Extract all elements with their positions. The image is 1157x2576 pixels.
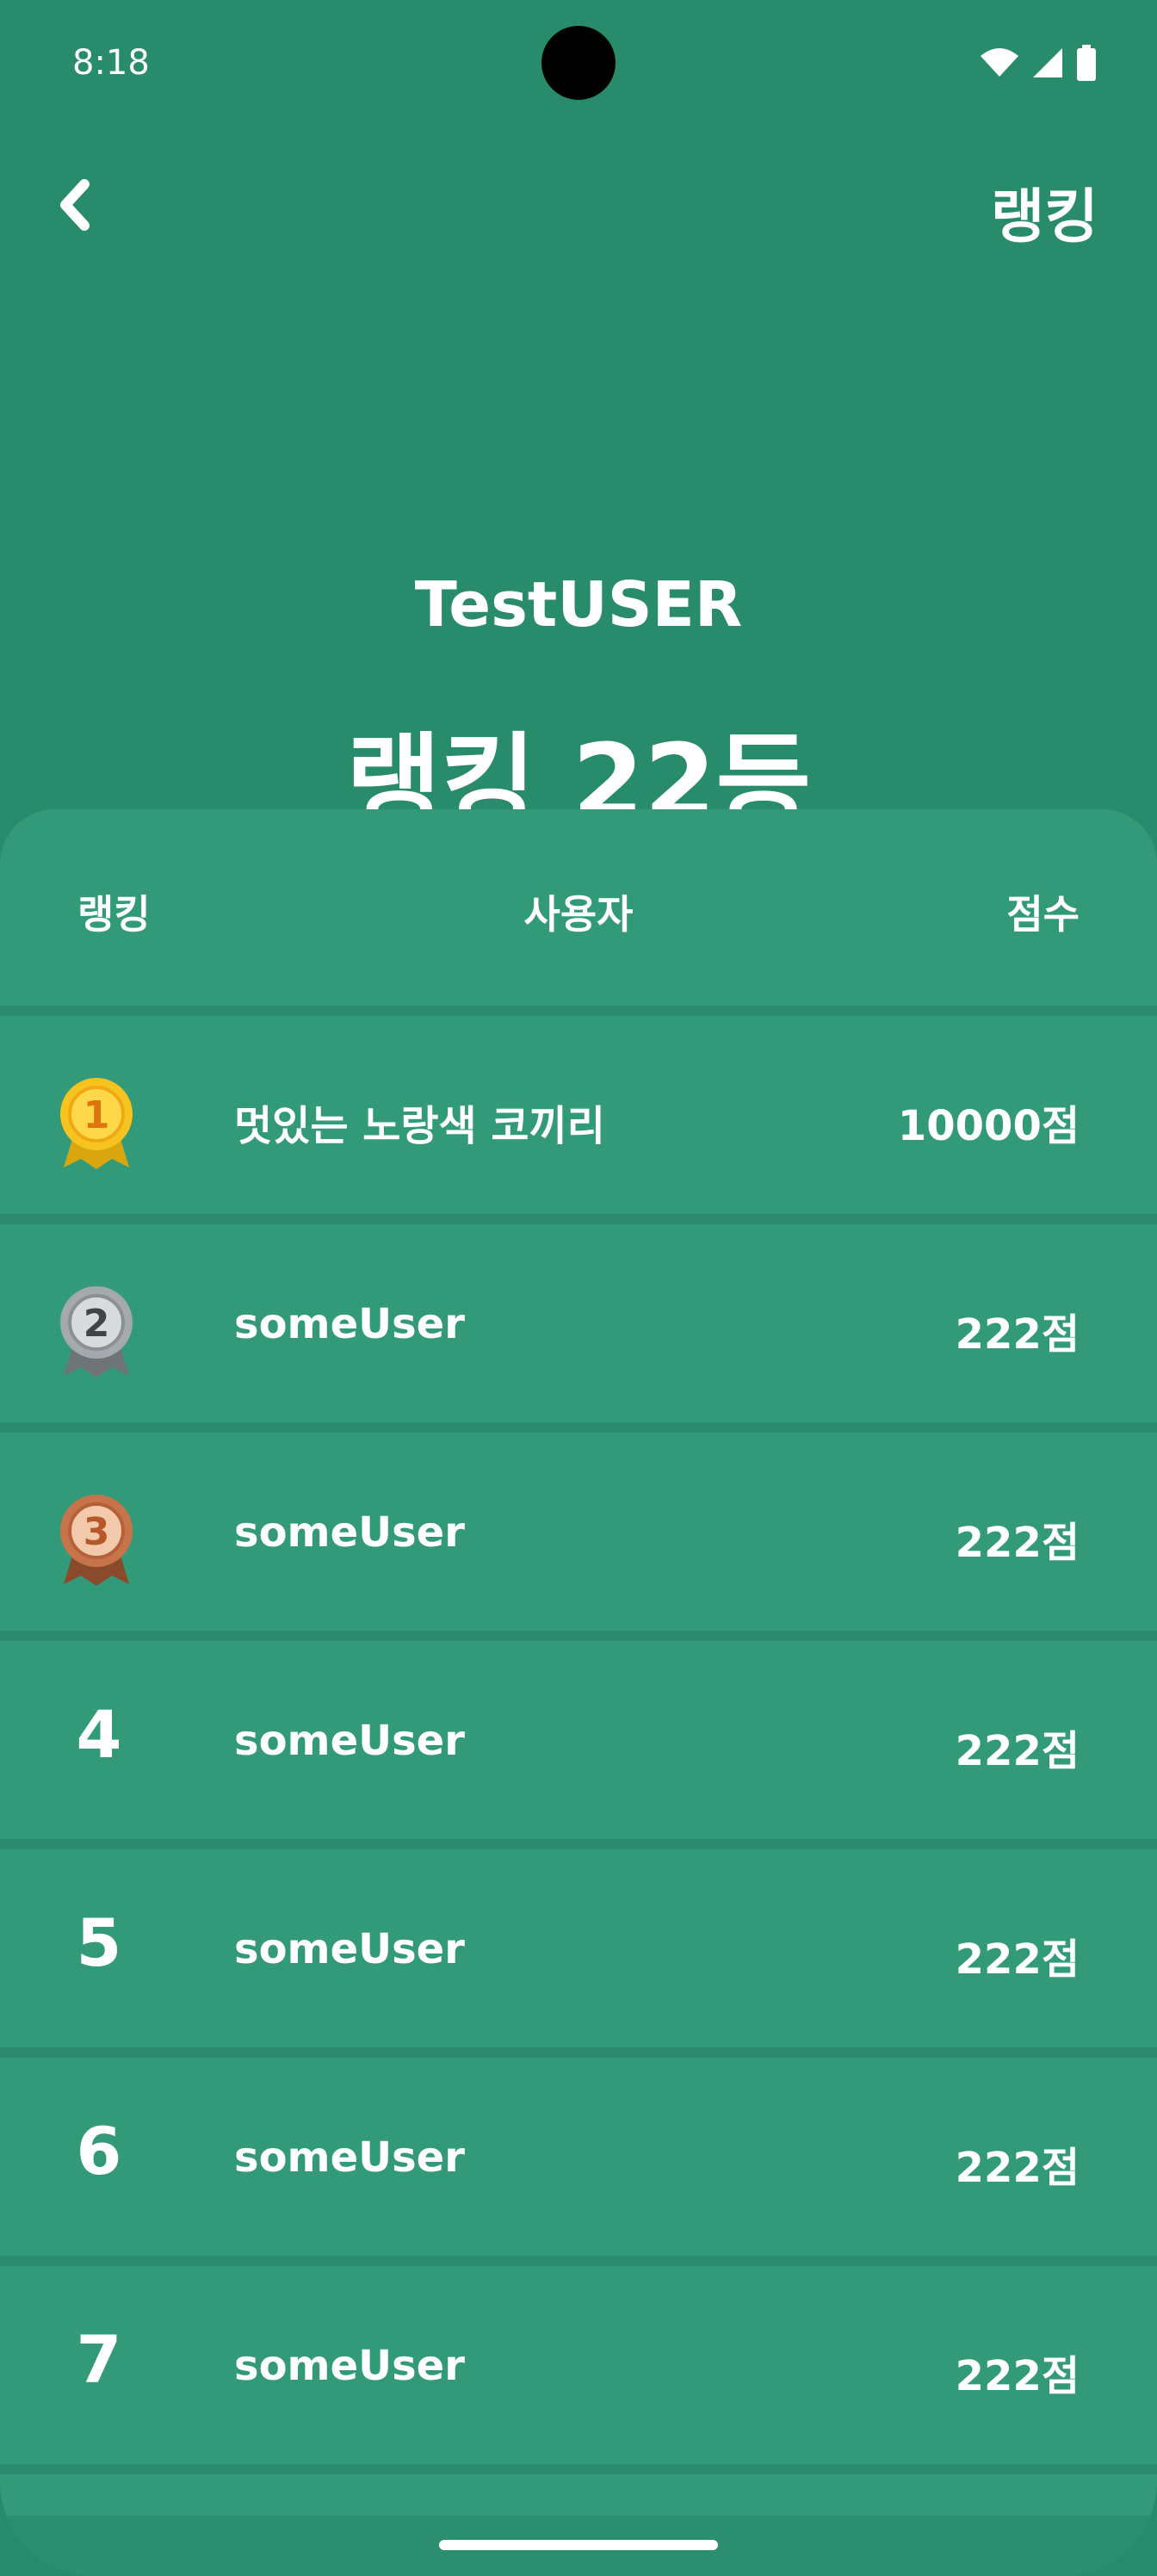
row-user-name: someUser bbox=[234, 1925, 465, 1973]
status-icons bbox=[980, 43, 1097, 83]
home-gesture-handle[interactable] bbox=[439, 2540, 718, 2550]
ranking-row-4[interactable]: 4 someUser 222점 bbox=[0, 1641, 1157, 1849]
row-score: 222점 bbox=[955, 2144, 1080, 2192]
chevron-left-icon bbox=[60, 179, 90, 231]
rank-number: 4 bbox=[76, 1696, 122, 1773]
bronze-medal-icon: 3 bbox=[60, 1495, 133, 1586]
svg-text:1: 1 bbox=[84, 1093, 110, 1137]
ranking-sheet[interactable]: 랭킹 사용자 점수 1 멋있는 노랑색 코끼리 10000점 2 someUse… bbox=[0, 809, 1157, 2576]
rank-number: 7 bbox=[76, 2321, 122, 2398]
gold-medal-icon: 1 bbox=[60, 1078, 133, 1169]
status-time: 8:18 bbox=[72, 43, 150, 83]
row-score: 222점 bbox=[955, 1519, 1080, 1567]
row-score: 222점 bbox=[955, 2352, 1080, 2400]
row-user-name: someUser bbox=[234, 1717, 465, 1765]
ranking-list[interactable]: 1 멋있는 노랑색 코끼리 10000점 2 someUser 222점 3 s… bbox=[0, 1016, 1157, 2576]
row-user-name: 멋있는 노랑색 코끼리 bbox=[234, 1102, 605, 1150]
row-user-name: someUser bbox=[234, 2342, 465, 2390]
signal-icon bbox=[1033, 48, 1062, 77]
ranking-row-2[interactable]: 2 someUser 222점 bbox=[0, 1224, 1157, 1433]
row-user-name: someUser bbox=[234, 1300, 465, 1348]
rank-number: 5 bbox=[76, 1904, 122, 1981]
ranking-row-3[interactable]: 3 someUser 222점 bbox=[0, 1433, 1157, 1641]
row-score: 10000점 bbox=[897, 1102, 1080, 1150]
screen-title: 랭킹 bbox=[990, 183, 1098, 251]
wifi-icon bbox=[981, 48, 1018, 77]
header-user: 사용자 bbox=[523, 891, 634, 938]
ranking-row-5[interactable]: 5 someUser 222점 bbox=[0, 1849, 1157, 2058]
camera-cutout bbox=[541, 26, 616, 100]
header-score: 점수 bbox=[1006, 891, 1080, 938]
ranking-row-6[interactable]: 6 someUser 222점 bbox=[0, 2058, 1157, 2266]
row-user-name: someUser bbox=[234, 1508, 465, 1557]
row-score: 222점 bbox=[955, 1310, 1080, 1359]
battery-icon bbox=[1077, 45, 1096, 81]
silver-medal-icon: 2 bbox=[60, 1286, 133, 1378]
rank-number: 6 bbox=[76, 2113, 122, 2189]
table-header: 랭킹 사용자 점수 bbox=[0, 809, 1157, 1016]
row-score: 222점 bbox=[955, 1727, 1080, 1775]
ranking-row-1[interactable]: 1 멋있는 노랑색 코끼리 10000점 bbox=[0, 1016, 1157, 1224]
svg-text:2: 2 bbox=[84, 1302, 110, 1346]
row-score: 222점 bbox=[955, 1935, 1080, 1984]
svg-text:3: 3 bbox=[84, 1510, 110, 1554]
screen: 8:18 랭킹 TestUSER 랭킹 22등 랭킹 사용자 점수 1 멋있는 … bbox=[0, 0, 1157, 2576]
row-user-name: someUser bbox=[234, 2133, 465, 2182]
back-button[interactable] bbox=[38, 169, 110, 241]
ranking-row-7[interactable]: 7 someUser 222점 bbox=[0, 2266, 1157, 2474]
profile-name: TestUSER bbox=[414, 568, 743, 641]
